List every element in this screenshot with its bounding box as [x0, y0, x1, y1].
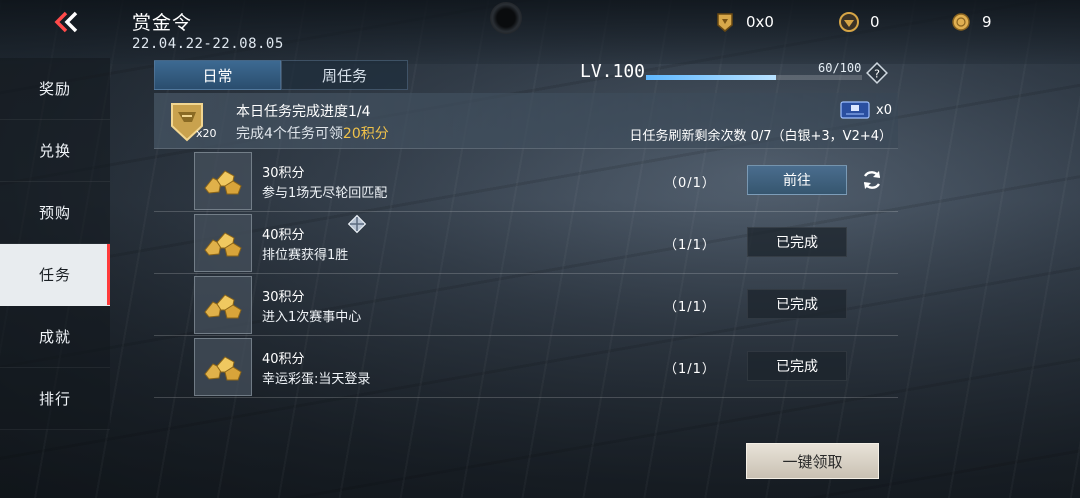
currency-skull: 0: [838, 10, 880, 34]
task-progress: （0/1）: [664, 176, 716, 191]
back-chevron-icon[interactable]: [52, 10, 80, 34]
go-button-label: 前往: [783, 173, 811, 189]
task-row: 30积分 参与1场无尽轮回匹配 （0/1） 前往: [154, 150, 898, 212]
currency-coin: 9: [950, 10, 992, 34]
refresh-icon[interactable]: [860, 168, 884, 192]
sidebar-item-label: 排行: [38, 390, 71, 408]
gold-nuggets-icon: [204, 170, 242, 195]
xp-progress-fill: [646, 75, 776, 80]
go-button[interactable]: 前往: [747, 165, 847, 195]
task-reward-box: [194, 338, 252, 396]
task-reward-box: [194, 214, 252, 272]
gold-nuggets-icon: [204, 294, 242, 319]
ticket-count: x0: [876, 103, 892, 118]
xp-text: 60/100: [818, 61, 862, 75]
sidebar-item-rewards[interactable]: 奖励: [0, 58, 110, 120]
claim-all-button[interactable]: 一键领取: [746, 443, 879, 479]
task-progress: （1/1）: [664, 238, 716, 253]
task-points: 40积分: [262, 228, 305, 243]
sidebar-item-tasks[interactable]: 任务: [0, 244, 110, 306]
sidebar-item-achievements[interactable]: 成就: [0, 306, 110, 368]
task-points: 30积分: [262, 290, 305, 305]
claim-all-label: 一键领取: [782, 452, 843, 471]
refresh-remaining-info: 日任务刷新剩余次数 0/7（白银+3，V2+4）: [629, 129, 892, 144]
task-points: 40积分: [262, 352, 305, 367]
gold-nuggets-icon: [204, 232, 242, 257]
sidebar-item-label: 成就: [38, 328, 71, 346]
task-description: 幸运彩蛋:当天登录: [262, 372, 371, 387]
gold-nuggets-icon: [204, 356, 242, 381]
date-range: 22.04.22-22.08.05: [132, 36, 284, 52]
sidebar-item-ranking[interactable]: 排行: [0, 368, 110, 430]
daily-sub-highlight: 20积分: [342, 126, 389, 142]
help-icon[interactable]: ?: [866, 62, 888, 84]
task-tabs: 日常 周任务: [154, 60, 408, 90]
daily-progress-title: 本日任务完成进度1/4: [236, 104, 371, 120]
svg-text:?: ?: [874, 68, 880, 81]
gift-icon: [347, 214, 367, 234]
page-title: 赏金令: [132, 12, 193, 34]
currency-skull-value: 0: [870, 13, 880, 31]
currency-coin-value: 9: [982, 13, 992, 31]
coin-icon: [952, 13, 970, 31]
task-row: 30积分 进入1次赛事中心 （1/1） 已完成: [154, 274, 898, 336]
task-progress: （1/1）: [664, 362, 716, 377]
task-reward-box: [194, 276, 252, 334]
currency-medal-value: 0x0: [746, 13, 774, 31]
refresh-ticket-icon: [840, 101, 870, 119]
completed-button-label: 已完成: [776, 359, 818, 375]
completed-button-label: 已完成: [776, 297, 818, 313]
sidebar-item-label: 任务: [38, 266, 71, 284]
daily-progress-subtitle: 完成4个任务可领20积分: [236, 123, 389, 143]
currency-medal: 0x0: [714, 10, 774, 34]
task-description: 排位赛获得1胜: [262, 248, 349, 263]
level-label: LV.100: [580, 61, 646, 82]
completed-button-label: 已完成: [776, 235, 818, 251]
skull-badge-icon: [839, 12, 859, 32]
camera-notch: [490, 2, 522, 34]
gold-medal-icon: [717, 13, 733, 32]
sidebar-item-label: 预购: [38, 204, 71, 222]
task-points: 30积分: [262, 166, 305, 181]
completed-button[interactable]: 已完成: [747, 227, 847, 257]
sidebar-item-label: 兑换: [38, 142, 71, 160]
task-row: 40积分 排位赛获得1胜 （1/1） 已完成: [154, 212, 898, 274]
xp-progress-bar: [646, 75, 862, 80]
task-description: 参与1场无尽轮回匹配: [262, 186, 388, 201]
tab-label: 周任务: [321, 66, 367, 85]
task-reward-box: [194, 152, 252, 210]
tab-weekly[interactable]: 周任务: [281, 60, 408, 90]
sidebar-item-label: 奖励: [38, 80, 71, 98]
sidebar-item-preorder[interactable]: 预购: [0, 182, 110, 244]
completed-button[interactable]: 已完成: [747, 289, 847, 319]
badge-count: x20: [196, 127, 217, 140]
tab-label: 日常: [202, 66, 233, 85]
completed-button[interactable]: 已完成: [747, 351, 847, 381]
daily-summary: x20 本日任务完成进度1/4 完成4个任务可领20积分 x0 日任务刷新剩余次…: [154, 93, 898, 149]
task-progress: （1/1）: [664, 300, 716, 315]
sidebar-item-exchange[interactable]: 兑换: [0, 120, 110, 182]
tab-daily[interactable]: 日常: [154, 60, 281, 90]
sidebar: 奖励 兑换 预购 任务 成就 排行: [0, 58, 110, 430]
daily-sub-prefix: 完成4个任务可领: [236, 126, 343, 142]
task-description: 进入1次赛事中心: [262, 310, 362, 325]
task-row: 40积分 幸运彩蛋:当天登录 （1/1） 已完成: [154, 336, 898, 398]
